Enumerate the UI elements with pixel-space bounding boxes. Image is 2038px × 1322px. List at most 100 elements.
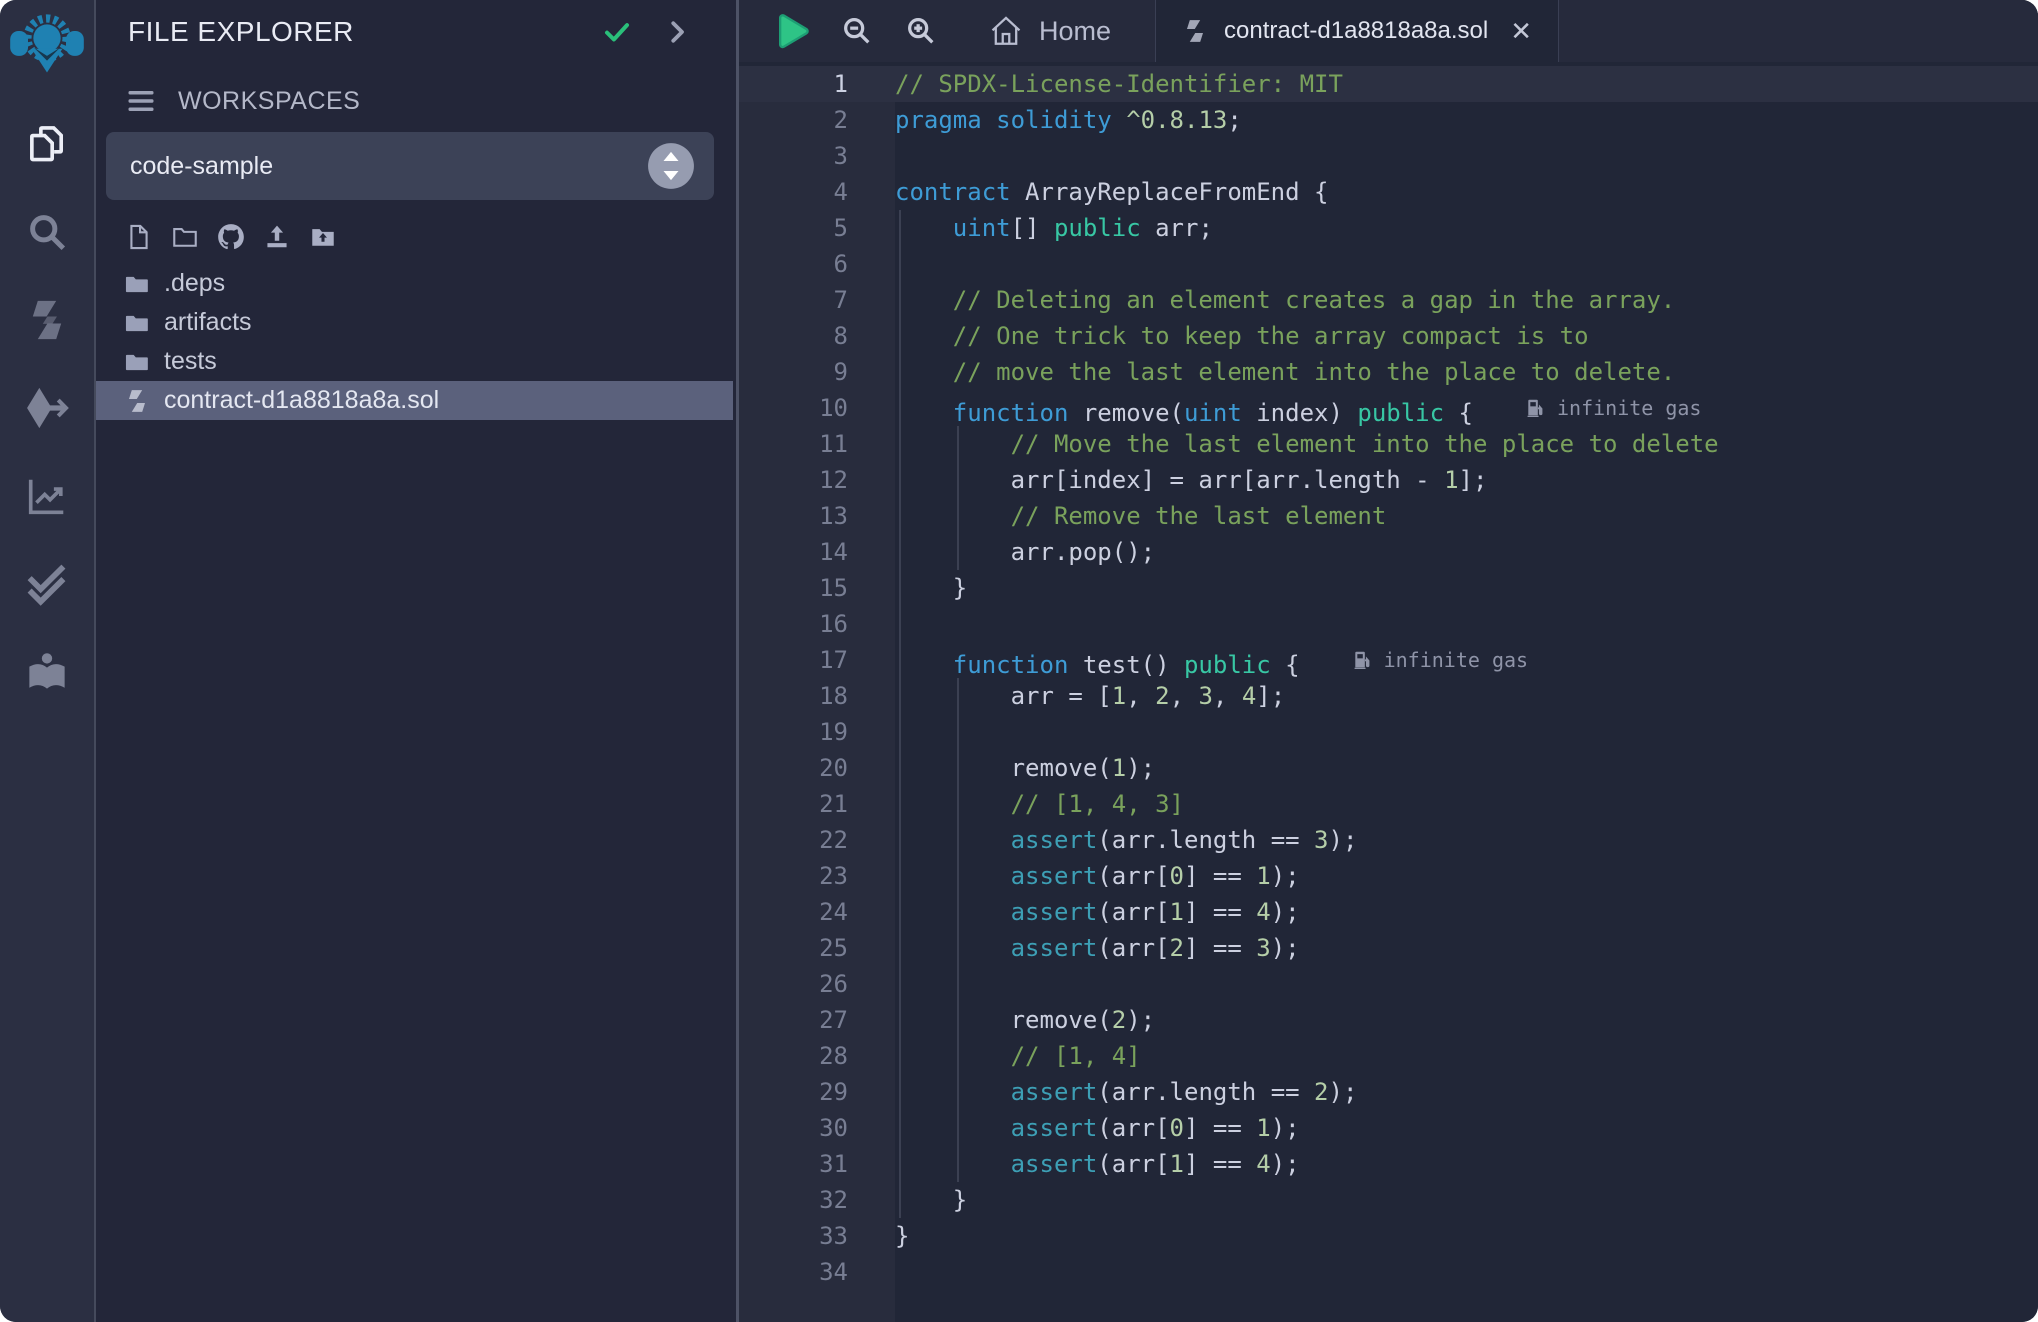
line-content	[895, 714, 2038, 750]
tree-item-label: tests	[164, 347, 217, 376]
close-tab-icon[interactable]: ✕	[1510, 18, 1532, 44]
sidebar-item-learneth[interactable]	[0, 628, 94, 716]
sidebar-item-solidity-unit-testing[interactable]	[0, 540, 94, 628]
tab-contract-d1a8818a8a.sol[interactable]: contract-d1a8818a8a.sol✕	[1155, 0, 1559, 62]
line-content: // Remove the last element	[895, 498, 2038, 534]
code-editor[interactable]: 1// SPDX-License-Identifier: MIT2pragma …	[739, 62, 2038, 1322]
solidity-file-icon	[124, 388, 150, 414]
line-number: 1	[739, 66, 895, 102]
code-line-26[interactable]: 26	[739, 966, 2038, 1002]
line-number: 34	[739, 1254, 895, 1290]
editor-toolbar: Home contract-d1a8818a8a.sol✕	[739, 0, 2038, 62]
learneth-icon	[24, 649, 70, 695]
tree-item-tests[interactable]: tests	[96, 342, 733, 381]
file-explorer-header: FILE EXPLORER	[96, 0, 736, 64]
line-content: assert(arr[2] == 3);	[895, 930, 2038, 966]
gas-estimate-label: infinite gas	[1384, 642, 1529, 678]
code-line-14[interactable]: 14 arr.pop();	[739, 534, 2038, 570]
sidebar-item-search[interactable]	[0, 188, 94, 276]
sidebar-item-solidity-compiler[interactable]	[0, 276, 94, 364]
tree-item-contract-d1a8818a8a.sol[interactable]: contract-d1a8818a8a.sol	[96, 381, 733, 420]
code-line-33[interactable]: 33}	[739, 1218, 2038, 1254]
create-new-folder-button[interactable]	[170, 222, 200, 252]
remix-ide-window: FILE EXPLORER WORKSPACES code-sample	[0, 0, 2038, 1322]
editor-empty-area	[739, 1290, 2038, 1322]
code-line-29[interactable]: 29 assert(arr.length == 2);	[739, 1074, 2038, 1110]
tree-item-.deps[interactable]: .deps	[96, 264, 733, 303]
line-content: assert(arr[0] == 1);	[895, 1110, 2038, 1146]
code-line-7[interactable]: 7 // Deleting an element creates a gap i…	[739, 282, 2038, 318]
run-script-button[interactable]	[769, 11, 813, 51]
workspace-selected-value: code-sample	[130, 152, 273, 181]
code-line-8[interactable]: 8 // One trick to keep the array compact…	[739, 318, 2038, 354]
workspaces-menu-icon[interactable]	[126, 86, 156, 116]
line-number: 2	[739, 102, 895, 138]
panel-title: FILE EXPLORER	[128, 16, 354, 48]
zoom-in-button[interactable]	[901, 14, 941, 48]
line-content	[895, 138, 2038, 174]
upload-folder-button[interactable]	[308, 222, 338, 252]
sidebar-item-file-explorer[interactable]	[0, 100, 94, 188]
new-file-icon	[125, 223, 153, 251]
line-number: 12	[739, 462, 895, 498]
code-line-4[interactable]: 4contract ArrayReplaceFromEnd {	[739, 174, 2038, 210]
sidebar-item-deploy-and-run[interactable]	[0, 364, 94, 452]
gutter-filler	[739, 1290, 895, 1322]
code-line-31[interactable]: 31 assert(arr[1] == 4);	[739, 1146, 2038, 1182]
code-line-1[interactable]: 1// SPDX-License-Identifier: MIT	[739, 66, 2038, 102]
code-line-17[interactable]: 17 function test() public {infinite gas	[739, 642, 2038, 678]
code-line-10[interactable]: 10 function remove(uint index) public {i…	[739, 390, 2038, 426]
code-line-24[interactable]: 24 assert(arr[1] == 4);	[739, 894, 2038, 930]
zoom-out-button[interactable]	[837, 14, 877, 48]
upload-file-button[interactable]	[262, 222, 292, 252]
line-content: }	[895, 1182, 2038, 1218]
tree-item-label: .deps	[164, 269, 225, 298]
line-content: function remove(uint index) public {infi…	[895, 390, 2038, 426]
code-line-9[interactable]: 9 // move the last element into the plac…	[739, 354, 2038, 390]
code-line-15[interactable]: 15 }	[739, 570, 2038, 606]
sidebar-item-statistics[interactable]	[0, 452, 94, 540]
indent-guide	[899, 210, 901, 1218]
line-content: // [1, 4]	[895, 1038, 2038, 1074]
code-line-16[interactable]: 16	[739, 606, 2038, 642]
tree-item-artifacts[interactable]: artifacts	[96, 303, 733, 342]
code-line-22[interactable]: 22 assert(arr.length == 3);	[739, 822, 2038, 858]
line-content	[895, 1254, 2038, 1290]
folder-icon	[124, 310, 150, 336]
home-icon	[989, 14, 1023, 48]
code-line-34[interactable]: 34	[739, 1254, 2038, 1290]
code-line-11[interactable]: 11 // Move the last element into the pla…	[739, 426, 2038, 462]
workspace-select[interactable]: code-sample	[106, 132, 714, 200]
code-line-30[interactable]: 30 assert(arr[0] == 1);	[739, 1110, 2038, 1146]
tab-label: Home	[1039, 16, 1111, 47]
code-line-2[interactable]: 2pragma solidity ^0.8.13;	[739, 102, 2038, 138]
code-line-18[interactable]: 18 arr = [1, 2, 3, 4];	[739, 678, 2038, 714]
code-line-13[interactable]: 13 // Remove the last element	[739, 498, 2038, 534]
code-line-19[interactable]: 19	[739, 714, 2038, 750]
line-content: // Move the last element into the place …	[895, 426, 2038, 462]
line-content: arr[index] = arr[arr.length - 1];	[895, 462, 2038, 498]
clone-git-repository-button[interactable]	[216, 222, 246, 252]
code-line-27[interactable]: 27 remove(2);	[739, 1002, 2038, 1038]
accept-check-icon[interactable]	[602, 17, 632, 47]
line-number: 23	[739, 858, 895, 894]
code-line-28[interactable]: 28 // [1, 4]	[739, 1038, 2038, 1074]
code-line-25[interactable]: 25 assert(arr[2] == 3);	[739, 930, 2038, 966]
code-line-32[interactable]: 32 }	[739, 1182, 2038, 1218]
tab-Home[interactable]: Home	[963, 0, 1137, 62]
chevron-right-icon[interactable]	[662, 17, 692, 47]
workspace-stepper-icon[interactable]	[646, 141, 696, 191]
line-content: function test() public {infinite gas	[895, 642, 2038, 678]
code-line-21[interactable]: 21 // [1, 4, 3]	[739, 786, 2038, 822]
code-line-20[interactable]: 20 remove(1);	[739, 750, 2038, 786]
code-line-5[interactable]: 5 uint[] public arr;	[739, 210, 2038, 246]
code-line-23[interactable]: 23 assert(arr[0] == 1);	[739, 858, 2038, 894]
code-line-12[interactable]: 12 arr[index] = arr[arr.length - 1];	[739, 462, 2038, 498]
code-line-3[interactable]: 3	[739, 138, 2038, 174]
line-number: 29	[739, 1074, 895, 1110]
remix-logo[interactable]	[9, 6, 85, 82]
new-folder-icon	[171, 223, 199, 251]
line-number: 21	[739, 786, 895, 822]
code-line-6[interactable]: 6	[739, 246, 2038, 282]
create-new-file-button[interactable]	[124, 222, 154, 252]
